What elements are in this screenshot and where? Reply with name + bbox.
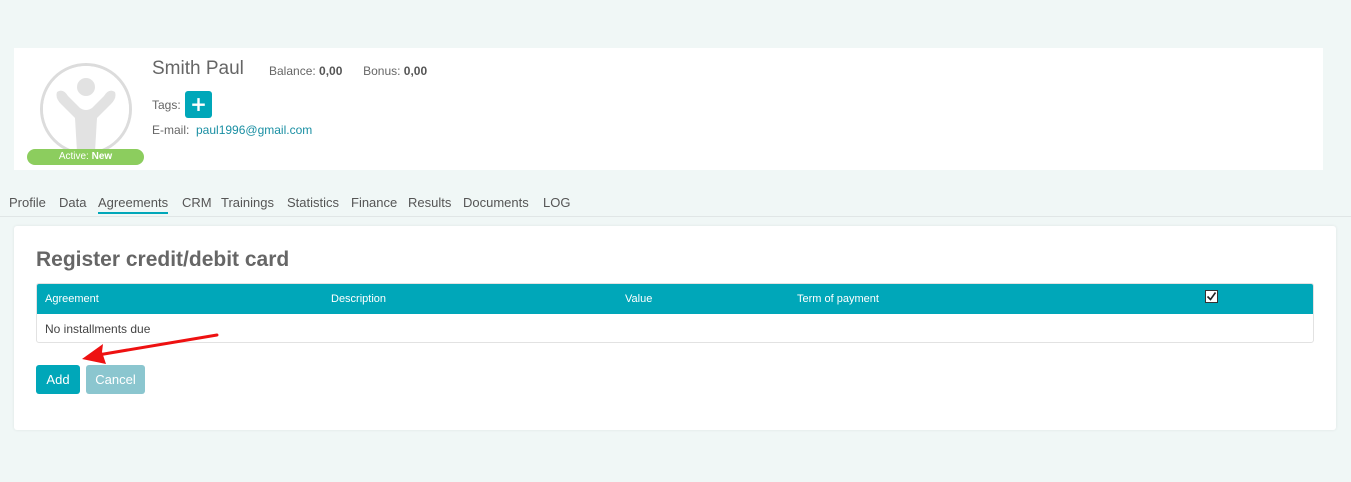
tab-crm[interactable]: CRM [182, 195, 212, 210]
tab-agreements[interactable]: Agreements [98, 195, 169, 214]
user-name: Smith Paul [152, 58, 244, 79]
status-value: New [91, 151, 113, 162]
column-header-agreement: Agreement [45, 293, 99, 305]
tab-data[interactable]: Data [59, 195, 86, 210]
email-label: E-mail: [152, 123, 190, 137]
tab-results[interactable]: Results [408, 195, 451, 210]
person-avatar-icon [40, 63, 132, 155]
balance-value: 0,00 [319, 64, 343, 78]
column-header-description: Description [331, 293, 387, 305]
column-header-term-of-payment: Term of payment [797, 293, 879, 305]
select-all-checkbox[interactable] [1205, 290, 1218, 303]
cancel-button[interactable]: Cancel [86, 365, 145, 394]
empty-table-message: No installments due [45, 322, 151, 336]
tab-documents[interactable]: Documents [463, 195, 529, 210]
checkmark-icon [1206, 292, 1217, 301]
tab-bar: Profile Data Agreements CRM Trainings St… [0, 193, 1351, 217]
status-label: Active: [58, 151, 89, 162]
status-badge: Active: New [27, 149, 144, 165]
installments-table: Agreement Description Value Term of paym… [36, 283, 1314, 343]
tab-log[interactable]: LOG [543, 195, 570, 210]
tags-label: Tags: [152, 98, 181, 112]
tab-profile[interactable]: Profile [9, 195, 46, 210]
profile-card: Active: New Smith Paul Balance: 0,00 Bon… [14, 48, 1323, 170]
agreements-panel: Register credit/debit card Agreement Des… [14, 226, 1336, 430]
tab-statistics[interactable]: Statistics [287, 195, 339, 210]
balance-label: Balance: [269, 64, 316, 78]
table-row: No installments due [37, 314, 1313, 342]
tab-trainings[interactable]: Trainings [221, 195, 274, 210]
balance-info: Balance: 0,00 Bonus: 0,00 [269, 64, 427, 78]
add-button[interactable]: Add [36, 365, 80, 394]
bonus-label: Bonus: [363, 64, 401, 78]
add-tag-button[interactable]: + [185, 91, 212, 118]
column-header-value: Value [625, 293, 653, 305]
table-header: Agreement Description Value Term of paym… [37, 284, 1313, 314]
email-link[interactable]: paul1996@gmail.com [196, 123, 312, 137]
bonus-value: 0,00 [403, 64, 428, 78]
tab-finance[interactable]: Finance [351, 195, 397, 210]
section-title: Register credit/debit card [36, 248, 290, 271]
